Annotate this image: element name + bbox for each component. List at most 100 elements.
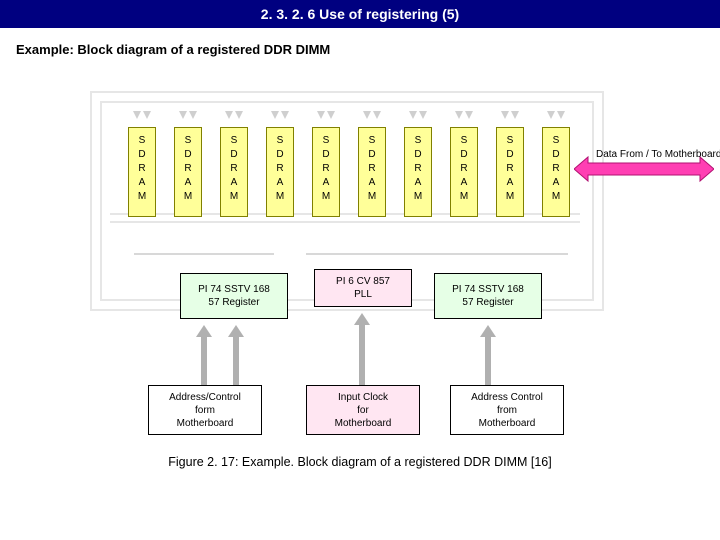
register-right-line2: 57 Register [435,296,541,309]
sdram-letter: M [175,190,201,204]
data-bus-label: Data From / To Motherboard [596,149,720,160]
sdram-letter: R [497,162,523,176]
up-arrow-icon [354,313,370,389]
sdram-letter: S [451,134,477,148]
sdram-letter: S [497,134,523,148]
source-left-line2: form [149,404,261,417]
up-arrow-icon [196,325,212,389]
sdram-letter: M [359,190,385,204]
sdram-letter: R [451,162,477,176]
sdram-letter: M [221,190,247,204]
sdram-letter: R [267,162,293,176]
sdram-chip: SDRAM [220,127,248,217]
sdram-letter: R [175,162,201,176]
chip-top-arrow-icon [130,111,154,125]
fanout-line [418,253,568,255]
sdram-letter: A [129,176,155,190]
up-arrow-icon [480,325,496,389]
sdram-letter: D [129,148,155,162]
source-right-line2: from [451,404,563,417]
sdram-letter: A [359,176,385,190]
pll-line2: PLL [315,288,411,301]
sdram-letter: A [267,176,293,190]
sdram-letter: S [359,134,385,148]
sdram-letter: S [405,134,431,148]
sdram-letter: R [543,162,569,176]
source-mid-line1: Input Clock [307,391,419,404]
sdram-chip: SDRAM [128,127,156,217]
sdram-letter: R [313,162,339,176]
source-right-line3: Motherboard [451,417,563,430]
sdram-chip: SDRAM [174,127,202,217]
register-left-line1: PI 74 SSTV 168 [181,283,287,296]
sdram-letter: A [543,176,569,190]
sdram-letter: A [405,176,431,190]
fanout-line [134,253,274,255]
sdram-chip: SDRAM [358,127,386,217]
sdram-letter: D [175,148,201,162]
up-arrow-icon [228,325,244,389]
sdram-letter: D [313,148,339,162]
example-subtitle: Example: Block diagram of a registered D… [0,28,720,57]
figure-caption: Figure 2. 17: Example. Block diagram of … [0,455,720,469]
register-left-line2: 57 Register [181,296,287,309]
sdram-letter: M [129,190,155,204]
chip-top-arrow-icon [360,111,384,125]
sdram-letter: S [221,134,247,148]
sdram-letter: M [405,190,431,204]
chip-top-arrow-icon [222,111,246,125]
source-right-line1: Address Control [451,391,563,404]
chip-top-arrow-icon [268,111,292,125]
sdram-letter: M [313,190,339,204]
sdram-chip: SDRAM [266,127,294,217]
sdram-letter: A [221,176,247,190]
sdram-letter: S [175,134,201,148]
source-left-line3: Motherboard [149,417,261,430]
page-title: 2. 3. 2. 6 Use of registering (5) [0,0,720,28]
block-diagram: SDRAM SDRAM SDRAM SDRAM SDRAM SDRAM SDRA… [14,85,706,445]
fanout-line [306,253,418,255]
chip-top-arrow-icon [406,111,430,125]
sdram-chip: SDRAM [450,127,478,217]
chip-top-arrow-icon [498,111,522,125]
source-right-box: Address Control from Motherboard [450,385,564,435]
sdram-letter: D [497,148,523,162]
register-right-line1: PI 74 SSTV 168 [435,283,541,296]
source-mid-line2: for [307,404,419,417]
source-mid-line3: Motherboard [307,417,419,430]
sdram-letter: S [313,134,339,148]
sdram-letter: M [543,190,569,204]
chip-top-arrow-icon [452,111,476,125]
sdram-chip: SDRAM [496,127,524,217]
register-right-box: PI 74 SSTV 168 57 Register [434,273,542,319]
sdram-letter: M [267,190,293,204]
chip-top-arrow-icon [314,111,338,125]
sdram-chip: SDRAM [542,127,570,217]
sdram-letter: R [359,162,385,176]
pll-line1: PI 6 CV 857 [315,275,411,288]
source-mid-box: Input Clock for Motherboard [306,385,420,435]
sdram-letter: R [405,162,431,176]
sdram-letter: D [267,148,293,162]
sdram-letter: S [267,134,293,148]
chip-top-arrow-icon [176,111,200,125]
sdram-letter: D [221,148,247,162]
sdram-letter: R [221,162,247,176]
sdram-chip: SDRAM [404,127,432,217]
source-left-box: Address/Control form Motherboard [148,385,262,435]
sdram-letter: A [451,176,477,190]
sdram-chip: SDRAM [312,127,340,217]
chip-top-arrow-icon [544,111,568,125]
register-left-box: PI 74 SSTV 168 57 Register [180,273,288,319]
sdram-letter: A [313,176,339,190]
sdram-letter: M [497,190,523,204]
sdram-letter: D [451,148,477,162]
pll-box: PI 6 CV 857 PLL [314,269,412,307]
sdram-letter: D [359,148,385,162]
sdram-letter: A [497,176,523,190]
sdram-letter: R [129,162,155,176]
sdram-letter: A [175,176,201,190]
sdram-letter: S [543,134,569,148]
source-left-line1: Address/Control [149,391,261,404]
sdram-letter: D [543,148,569,162]
